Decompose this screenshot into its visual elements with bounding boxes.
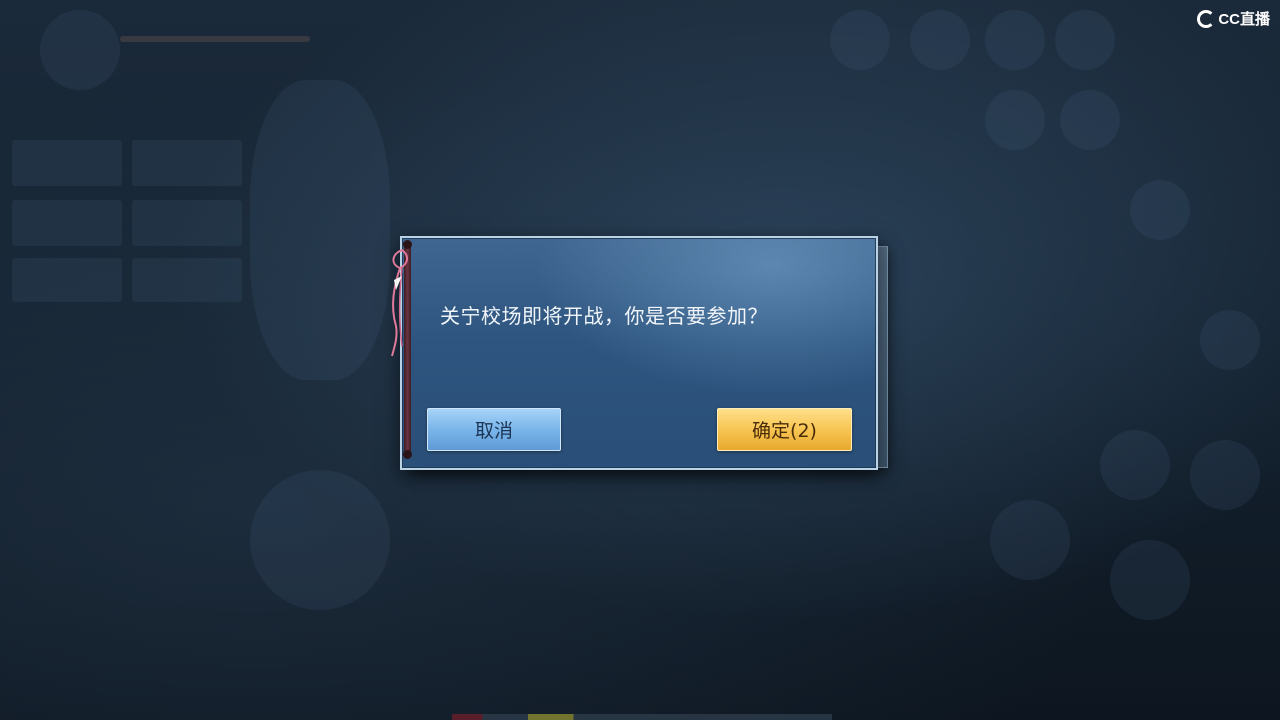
side-icon-blurred-4 — [1100, 430, 1170, 500]
watermark-text: CC直播 — [1218, 11, 1270, 28]
top-icon-blurred-2 — [910, 10, 970, 70]
cancel-button[interactable]: 取消 — [427, 408, 561, 451]
chat-strip-blurred — [452, 714, 832, 720]
cancel-button-label: 取消 — [474, 420, 513, 442]
skill-icon-blurred-2 — [1110, 540, 1190, 620]
side-icon-blurred-2 — [1200, 310, 1260, 370]
character-blurred — [250, 80, 390, 380]
side-icon-blurred-1 — [1130, 180, 1190, 240]
menu-button-blurred-6 — [132, 258, 242, 302]
menu-button-blurred-4 — [132, 200, 242, 246]
side-icon-blurred-3 — [1190, 440, 1260, 510]
dialog-message: 关宁校场即将开战，你是否要参加？ — [440, 304, 768, 328]
top-icon-blurred-1 — [830, 10, 890, 70]
joystick-blurred — [250, 470, 390, 610]
confirm-button[interactable]: 确定(2) — [717, 408, 852, 451]
pink-ribbon-icon — [391, 248, 408, 357]
cc-watermark: CC直播 — [1197, 8, 1270, 29]
player-avatar-blurred — [40, 10, 120, 90]
menu-button-blurred-5 — [12, 258, 122, 302]
game-screen: CC直播 关宁校场即将开战，你是否要参加？ 取消 确定(2) — [0, 0, 1280, 720]
top-icon-blurred-5 — [985, 90, 1045, 150]
cc-logo-icon — [1197, 9, 1216, 28]
confirm-button-label: 确定(2) — [752, 420, 817, 442]
skill-icon-blurred-1 — [990, 500, 1070, 580]
top-icon-blurred-6 — [1060, 90, 1120, 150]
menu-button-blurred-3 — [12, 200, 122, 246]
menu-button-blurred-2 — [132, 140, 242, 186]
top-icon-blurred-3 — [985, 10, 1045, 70]
player-hp-bar-blurred — [120, 36, 310, 42]
top-icon-blurred-4 — [1055, 10, 1115, 70]
menu-button-blurred-1 — [12, 140, 122, 186]
scroll-rod-bottom-cap — [403, 450, 412, 459]
